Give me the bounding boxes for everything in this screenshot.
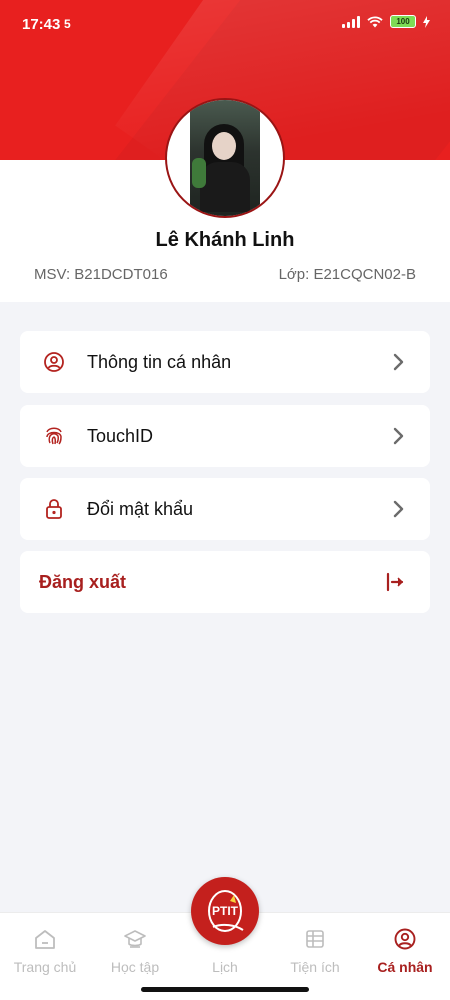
wifi-icon: [367, 15, 383, 27]
utilities-icon: [306, 930, 324, 948]
nav-label: Trang chủ: [13, 959, 77, 975]
menu-item-change-password[interactable]: Đổi mật khẩu: [20, 478, 430, 540]
class-id: Lớp: E21CQCN02-B: [278, 266, 416, 283]
battery-icon: 100: [390, 15, 416, 28]
chevron-right-icon: [393, 353, 404, 371]
menu-item-label: Đổi mật khẩu: [87, 499, 194, 519]
nav-item-profile[interactable]: Cá nhân: [360, 913, 450, 983]
menu-item-label: TouchID: [87, 426, 154, 446]
home-indicator[interactable]: [141, 987, 309, 992]
charging-icon: [423, 15, 430, 28]
nav-item-home[interactable]: Trang chủ: [0, 913, 90, 983]
chevron-right-icon: [393, 427, 404, 445]
nav-label: Tiện ích: [290, 959, 340, 975]
home-icon: [35, 930, 55, 949]
sim-indicator: 5: [64, 17, 71, 31]
logout-button[interactable]: Đăng xuất: [20, 551, 430, 613]
nav-label: Cá nhân: [377, 959, 433, 975]
fingerprint-icon: [46, 427, 62, 445]
chevron-right-icon: [393, 500, 404, 518]
profile-icon: [394, 928, 416, 950]
menu-item-label: Thông tin cá nhân: [87, 352, 232, 372]
nav-label: Lịch: [212, 959, 238, 975]
avatar[interactable]: [165, 98, 285, 218]
student-id: MSV: B21DCDT016: [34, 266, 168, 283]
status-icons: 100: [342, 15, 430, 28]
ptit-logo-text: PTIT: [212, 904, 238, 918]
nav-item-utilities[interactable]: Tiện ích: [270, 913, 360, 983]
menu-item-touchid[interactable]: TouchID: [20, 405, 430, 467]
status-time: 17:43: [22, 16, 61, 33]
profile-name: Lê Khánh Linh: [155, 229, 295, 251]
signal-icon: [342, 15, 360, 28]
ptit-logo-button[interactable]: PTIT: [191, 877, 259, 945]
nav-label: Học tập: [110, 959, 160, 975]
nav-item-study[interactable]: Học tập: [90, 913, 180, 983]
user-circle-icon: [44, 352, 64, 372]
lock-icon: [46, 499, 62, 519]
status-bar: 17:43 5 100: [0, 0, 450, 46]
logout-label: Đăng xuất: [39, 572, 127, 592]
menu-item-personal-info[interactable]: Thông tin cá nhân: [20, 331, 430, 393]
logout-icon: [386, 572, 404, 592]
graduation-cap-icon: [124, 930, 146, 948]
avatar-photo: [190, 100, 260, 216]
